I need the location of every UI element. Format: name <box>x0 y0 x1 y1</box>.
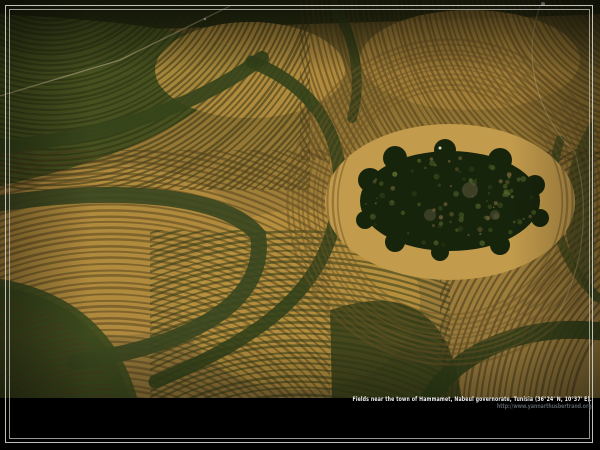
aerial-photo-image <box>0 0 600 398</box>
photo-page: Fields near the town of Hammamet, Nabeul… <box>0 0 600 450</box>
photo-credit-url[interactable]: http://www.yannarthusbertrand.org <box>353 403 592 410</box>
aerial-photo-art <box>0 0 600 398</box>
photo-caption-location: Fields near the town of Hammamet, Nabeul… <box>353 396 592 403</box>
photo-caption: Fields near the town of Hammamet, Nabeul… <box>353 396 592 410</box>
